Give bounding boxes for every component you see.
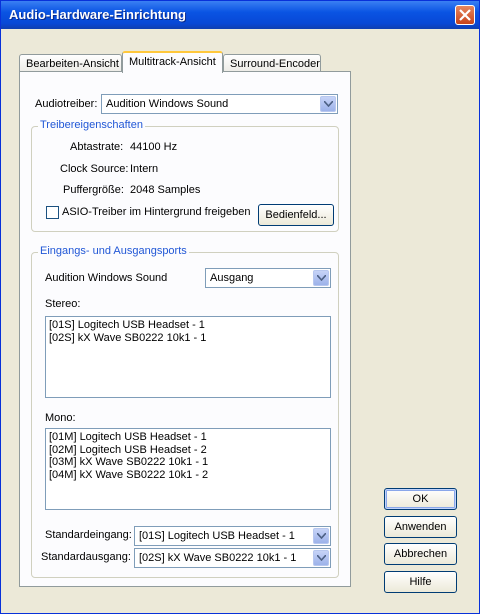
list-item[interactable]: [03M] kX Wave SB0222 10k1 - 1 xyxy=(49,456,327,469)
driver-properties-group: Treibereigenschaften Abtastrate: 44100 H… xyxy=(31,119,339,232)
ports-group: Eingangs- und Ausgangsports Audition Win… xyxy=(31,245,339,578)
stereo-label: Stereo: xyxy=(45,298,81,310)
chevron-down-icon xyxy=(313,270,329,286)
list-item[interactable]: [02M] Logitech USB Headset - 2 xyxy=(49,444,327,457)
direction-select[interactable]: Ausgang xyxy=(205,268,331,288)
tab-multitrack-ansicht[interactable]: Multitrack-Ansicht xyxy=(122,51,223,73)
default-output-value: [02S] kX Wave SB0222 10k1 - 1 xyxy=(139,552,297,564)
ports-title: Eingangs- und Ausgangsports xyxy=(38,245,189,257)
driver-label: Audiotreiber: xyxy=(35,98,98,110)
driver-properties-title: Treibereigenschaften xyxy=(38,119,145,131)
driver-select[interactable]: Audition Windows Sound xyxy=(101,94,338,114)
asio-background-label[interactable]: ASIO-Treiber im Hintergrund freigeben xyxy=(62,206,251,218)
apply-button[interactable]: Anwenden xyxy=(384,516,457,538)
default-input-value: [01S] Logitech USB Headset - 1 xyxy=(139,530,295,542)
ok-button[interactable]: OK xyxy=(384,488,457,510)
direction-select-value: Ausgang xyxy=(210,272,254,284)
tab-surround-encoder[interactable]: Surround-Encoder xyxy=(223,54,321,72)
chevron-down-icon xyxy=(320,96,336,112)
buffer-size-value: 2048 Samples xyxy=(130,184,201,196)
chevron-down-icon xyxy=(313,528,329,544)
default-input-label: Standardeingang: xyxy=(45,529,132,541)
default-input-select[interactable]: [01S] Logitech USB Headset - 1 xyxy=(134,526,331,546)
mono-label: Mono: xyxy=(45,412,76,424)
mono-listbox[interactable]: [01M] Logitech USB Headset - 1 [02M] Log… xyxy=(45,428,331,510)
close-icon xyxy=(459,9,471,21)
window-title: Audio-Hardware-Einrichtung xyxy=(9,7,186,22)
help-button[interactable]: Hilfe xyxy=(384,571,457,593)
dialog-window: Audio-Hardware-Einrichtung Bearbeiten-An… xyxy=(0,0,480,614)
stereo-listbox[interactable]: [01S] Logitech USB Headset - 1 [02S] kX … xyxy=(45,316,331,398)
driver-select-value: Audition Windows Sound xyxy=(106,98,229,110)
chevron-down-icon xyxy=(313,550,329,566)
list-item[interactable]: [04M] kX Wave SB0222 10k1 - 2 xyxy=(49,469,327,482)
tab-bearbeiten-ansicht[interactable]: Bearbeiten-Ansicht xyxy=(19,54,122,72)
clock-source-value: Intern xyxy=(130,163,159,175)
ports-device-label: Audition Windows Sound xyxy=(45,272,168,284)
asio-background-checkbox[interactable] xyxy=(46,206,59,219)
title-bar[interactable]: Audio-Hardware-Einrichtung xyxy=(1,1,479,29)
cancel-button[interactable]: Abbrechen xyxy=(384,543,457,565)
buffer-size-label: Puffergröße: xyxy=(63,184,124,196)
clock-source-label: Clock Source: xyxy=(60,163,129,175)
close-button[interactable] xyxy=(455,5,475,25)
tab-panel: Audiotreiber: Audition Windows Sound Tre… xyxy=(19,71,351,587)
list-item[interactable]: [01M] Logitech USB Headset - 1 xyxy=(49,431,327,444)
sample-rate-label: Abtastrate: xyxy=(70,141,124,153)
sample-rate-value: 44100 Hz xyxy=(130,141,178,153)
list-item[interactable]: [01S] Logitech USB Headset - 1 xyxy=(49,319,327,332)
control-panel-button[interactable]: Bedienfeld... xyxy=(258,204,334,226)
default-output-label: Standardausgang: xyxy=(41,551,131,563)
list-item[interactable]: [02S] kX Wave SB0222 10k1 - 1 xyxy=(49,332,327,345)
default-output-select[interactable]: [02S] kX Wave SB0222 10k1 - 1 xyxy=(134,548,331,568)
